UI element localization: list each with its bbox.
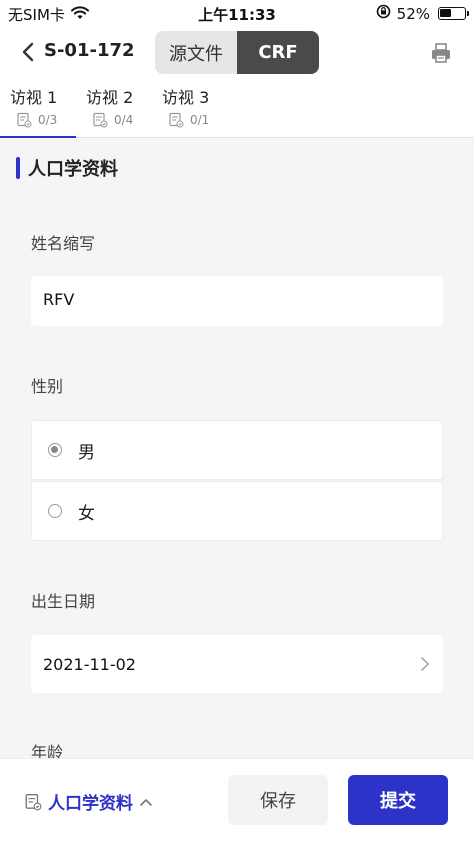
- segment-crf[interactable]: CRF: [237, 31, 319, 74]
- tab-visit-2[interactable]: 访视 2 0/4: [76, 84, 152, 138]
- battery-icon: [438, 7, 469, 20]
- current-section-label: 人口学资料: [48, 794, 133, 814]
- orientation-lock-icon: [376, 4, 391, 23]
- tab-count: 0/1: [190, 113, 210, 127]
- radio-label: 女: [78, 503, 95, 524]
- tab-visit-1[interactable]: 访视 1 0/3: [0, 84, 76, 138]
- tab-visit-3[interactable]: 访视 3 0/1: [152, 84, 228, 138]
- segment-source-file[interactable]: 源文件: [155, 31, 237, 74]
- print-icon: [432, 43, 450, 63]
- section-header: 人口学资料: [16, 155, 118, 181]
- back-button[interactable]: [18, 38, 42, 66]
- birth-date-picker[interactable]: 2021-11-02: [31, 635, 443, 693]
- age-label: 年龄: [31, 743, 64, 758]
- birth-date-value: 2021-11-02: [43, 654, 136, 674]
- gender-option-male[interactable]: 男: [31, 420, 443, 480]
- form-check-icon: [17, 112, 32, 128]
- bottom-action-bar: 人口学资料 保存 提交: [0, 758, 474, 843]
- birth-date-label: 出生日期: [31, 592, 96, 611]
- radio-checked-icon: [48, 443, 62, 457]
- name-abbr-input[interactable]: RFV: [31, 276, 443, 326]
- form-scroll-area[interactable]: 人口学资料 姓名缩写 RFV 性别 男 女 出生日期 2021-11-02 年龄: [0, 139, 474, 758]
- section-switcher[interactable]: 人口学资料: [24, 789, 153, 814]
- visit-tabs: 访视 1 0/3 访视 2 0/4 访视 3 0/1: [0, 80, 474, 138]
- page-title: S-01-172: [44, 40, 135, 61]
- section-title: 人口学资料: [28, 159, 118, 180]
- gender-label: 性别: [31, 377, 64, 396]
- crf-page: 无SIM卡 上午11:33 52% S-01-172 源文件 CRF 访视 1 …: [0, 0, 474, 843]
- status-bar: 无SIM卡 上午11:33 52%: [0, 0, 474, 26]
- section-accent-bar: [16, 157, 20, 179]
- view-segmented-control: 源文件 CRF: [155, 31, 319, 74]
- form-check-icon: [25, 793, 42, 810]
- battery-level: [440, 9, 452, 17]
- chevron-up-icon: [140, 798, 152, 806]
- form-check-icon: [169, 112, 184, 128]
- radio-label: 男: [78, 442, 95, 463]
- active-tab-indicator: [0, 136, 76, 138]
- chevron-left-icon: [22, 42, 34, 62]
- tab-label: 访视 3: [162, 88, 210, 107]
- tab-count: 0/4: [114, 113, 134, 127]
- submit-button[interactable]: 提交: [348, 775, 448, 825]
- form-check-icon: [93, 112, 108, 128]
- tab-count: 0/3: [38, 113, 58, 127]
- radio-unchecked-icon: [48, 504, 62, 518]
- tab-label: 访视 1: [10, 88, 58, 107]
- chevron-right-icon: [421, 657, 429, 671]
- tab-label: 访视 2: [86, 88, 134, 107]
- save-button[interactable]: 保存: [228, 775, 328, 825]
- nav-bar: S-01-172 源文件 CRF: [0, 26, 474, 80]
- gender-option-female[interactable]: 女: [31, 481, 443, 541]
- name-abbr-label: 姓名缩写: [31, 234, 96, 253]
- battery-percent: 52%: [396, 4, 430, 23]
- print-button[interactable]: [430, 42, 452, 64]
